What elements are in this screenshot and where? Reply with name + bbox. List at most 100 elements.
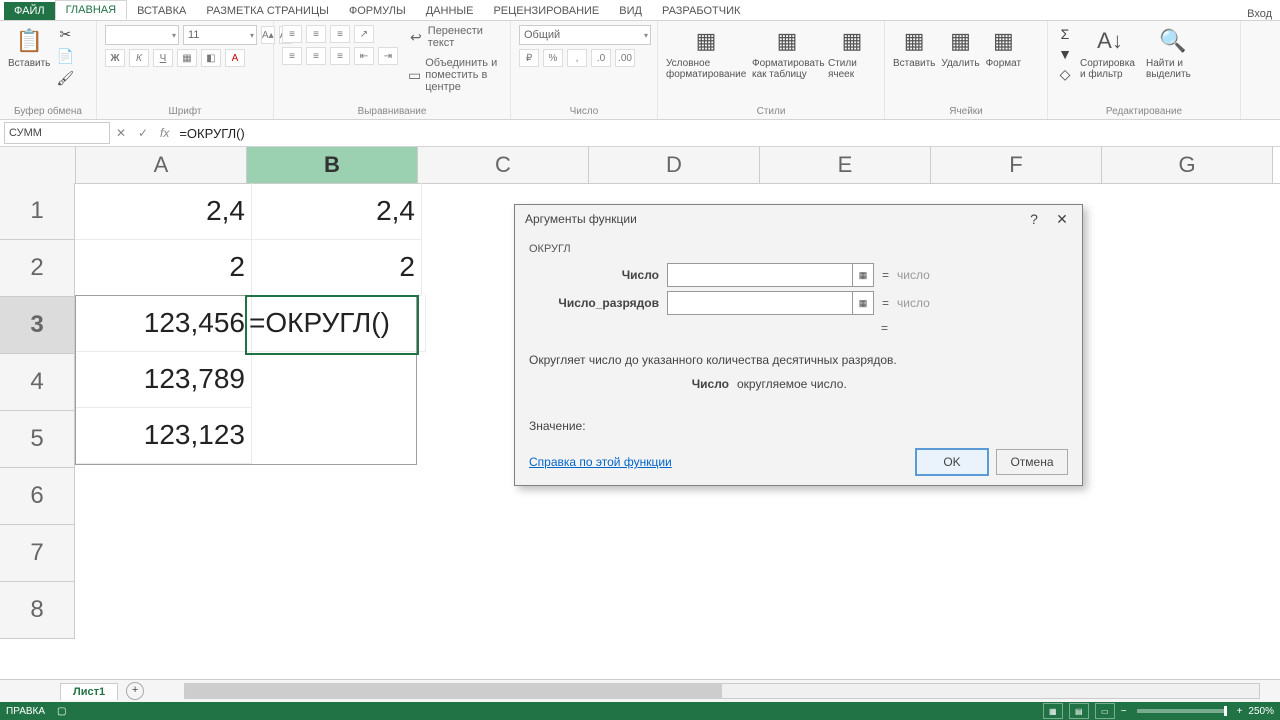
indent-dec-button[interactable]: ⇤ xyxy=(354,47,374,65)
group-alignment: Выравнивание xyxy=(282,106,502,119)
italic-button[interactable]: К xyxy=(129,49,149,67)
row-header-4[interactable]: 4 xyxy=(0,354,75,411)
row-header-7[interactable]: 7 xyxy=(0,525,75,582)
col-header-C[interactable]: C xyxy=(418,147,589,183)
arg1-input[interactable] xyxy=(667,263,853,287)
wrap-text-button[interactable]: ↩Перенести текст xyxy=(408,25,502,49)
number-format-combo[interactable]: Общий xyxy=(519,25,651,45)
copy-icon[interactable]: 📄 xyxy=(56,47,74,65)
fill-icon[interactable]: ▼ xyxy=(1056,45,1074,63)
decrease-decimal-button[interactable]: .00 xyxy=(615,49,635,67)
borders-button[interactable]: ▦ xyxy=(177,49,197,67)
indent-inc-button[interactable]: ⇥ xyxy=(378,47,398,65)
font-name-combo[interactable] xyxy=(105,25,179,45)
row-header-1[interactable]: 1 xyxy=(0,183,75,240)
insert-cells-button[interactable]: ▦Вставить xyxy=(893,25,935,69)
row-header-6[interactable]: 6 xyxy=(0,468,75,525)
dialog-titlebar[interactable]: Аргументы функции ? ✕ xyxy=(515,205,1082,233)
arg2-input[interactable] xyxy=(667,291,853,315)
tab-home[interactable]: ГЛАВНАЯ xyxy=(55,0,127,20)
clear-icon[interactable]: ◇ xyxy=(1056,65,1074,83)
percent-button[interactable]: % xyxy=(543,49,563,67)
tab-insert[interactable]: ВСТАВКА xyxy=(127,2,196,20)
find-select-button[interactable]: 🔍Найти и выделить xyxy=(1146,25,1200,80)
delete-cells-button[interactable]: ▦Удалить xyxy=(941,25,979,69)
tab-developer[interactable]: РАЗРАБОТЧИК xyxy=(652,2,750,20)
fill-color-button[interactable]: ◧ xyxy=(201,49,221,67)
tab-layout[interactable]: РАЗМЕТКА СТРАНИЦЫ xyxy=(196,2,338,20)
arg2-ref-button[interactable]: ▦ xyxy=(852,291,874,315)
cell-styles-button[interactable]: ▦Стили ячеек xyxy=(828,25,876,80)
function-help-link[interactable]: Справка по этой функции xyxy=(529,455,672,469)
zoom-in-button[interactable]: + xyxy=(1237,706,1243,717)
cut-icon[interactable]: ✂ xyxy=(56,25,74,43)
arg1-ref-button[interactable]: ▦ xyxy=(852,263,874,287)
col-header-E[interactable]: E xyxy=(760,147,931,183)
cell-A1[interactable]: 2,4 xyxy=(75,183,252,240)
add-sheet-button[interactable]: + xyxy=(126,682,144,700)
merge-button[interactable]: ▭Объединить и поместить в центре xyxy=(408,57,502,93)
align-middle-button[interactable]: ≡ xyxy=(306,25,326,43)
view-layout-button[interactable]: ▤ xyxy=(1069,703,1089,719)
grow-font-button[interactable]: A▴ xyxy=(261,26,275,44)
cell-B2[interactable]: 2 xyxy=(245,239,422,296)
font-color-button[interactable]: A xyxy=(225,49,245,67)
align-top-button[interactable]: ≡ xyxy=(282,25,302,43)
tab-view[interactable]: ВИД xyxy=(609,2,652,20)
cell-B1[interactable]: 2,4 xyxy=(245,183,422,240)
function-name: ОКРУГЛ xyxy=(529,243,1068,255)
align-right-button[interactable]: ≡ xyxy=(330,47,350,65)
tab-review[interactable]: РЕЦЕНЗИРОВАНИЕ xyxy=(483,2,609,20)
zoom-slider[interactable] xyxy=(1137,709,1227,713)
row-header-8[interactable]: 8 xyxy=(0,582,75,639)
ok-button[interactable]: OK xyxy=(916,449,988,475)
name-box[interactable]: СУММ xyxy=(4,122,110,144)
arg1-label: Число xyxy=(529,268,667,282)
paste-button[interactable]: 📋 Вставить xyxy=(8,25,50,69)
enter-formula-button[interactable]: ✓ xyxy=(132,126,154,140)
view-pagebreak-button[interactable]: ▭ xyxy=(1095,703,1115,719)
align-bottom-button[interactable]: ≡ xyxy=(330,25,350,43)
row-header-3[interactable]: 3 xyxy=(0,297,75,354)
col-header-A[interactable]: A xyxy=(76,147,247,183)
view-normal-button[interactable]: ▦ xyxy=(1043,703,1063,719)
tab-file[interactable]: ФАЙЛ xyxy=(4,2,55,20)
autosum-icon[interactable]: Σ xyxy=(1056,25,1074,43)
format-cells-button[interactable]: ▦Формат xyxy=(986,25,1022,69)
font-size-combo[interactable]: 11 xyxy=(183,25,257,45)
tab-data[interactable]: ДАННЫЕ xyxy=(416,2,484,20)
zoom-out-button[interactable]: − xyxy=(1121,706,1127,717)
fx-icon[interactable]: fx xyxy=(154,126,175,140)
dialog-close-button[interactable]: ✕ xyxy=(1048,208,1076,230)
tab-formulas[interactable]: ФОРМУЛЫ xyxy=(339,2,416,20)
comma-button[interactable]: , xyxy=(567,49,587,67)
increase-decimal-button[interactable]: .0 xyxy=(591,49,611,67)
cancel-formula-button[interactable]: ✕ xyxy=(110,126,132,140)
conditional-format-button[interactable]: ▦Условное форматирование xyxy=(666,25,746,80)
formula-input[interactable] xyxy=(175,125,1280,142)
macro-record-icon[interactable]: ▢ xyxy=(57,706,66,717)
sheet-tab-1[interactable]: Лист1 xyxy=(60,683,118,700)
cancel-button[interactable]: Отмена xyxy=(996,449,1068,475)
zoom-level[interactable]: 250% xyxy=(1248,706,1274,717)
row-header-2[interactable]: 2 xyxy=(0,240,75,297)
col-header-B[interactable]: B xyxy=(247,147,418,183)
row-header-5[interactable]: 5 xyxy=(0,411,75,468)
col-header-D[interactable]: D xyxy=(589,147,760,183)
sort-filter-button[interactable]: A↓Сортировка и фильтр xyxy=(1080,25,1140,80)
login-link[interactable]: Вход xyxy=(1247,8,1272,20)
select-all-corner[interactable] xyxy=(0,147,76,183)
format-table-button[interactable]: ▦Форматировать как таблицу xyxy=(752,25,822,80)
col-header-F[interactable]: F xyxy=(931,147,1102,183)
horizontal-scrollbar[interactable] xyxy=(184,683,1260,699)
painter-icon[interactable]: 🖌 xyxy=(56,69,74,87)
currency-button[interactable]: ₽ xyxy=(519,49,539,67)
align-center-button[interactable]: ≡ xyxy=(306,47,326,65)
dialog-help-button[interactable]: ? xyxy=(1020,208,1048,230)
cell-A2[interactable]: 2 xyxy=(75,239,252,296)
underline-button[interactable]: Ч xyxy=(153,49,173,67)
orientation-button[interactable]: ↗ xyxy=(354,25,374,43)
col-header-G[interactable]: G xyxy=(1102,147,1273,183)
align-left-button[interactable]: ≡ xyxy=(282,47,302,65)
bold-button[interactable]: Ж xyxy=(105,49,125,67)
